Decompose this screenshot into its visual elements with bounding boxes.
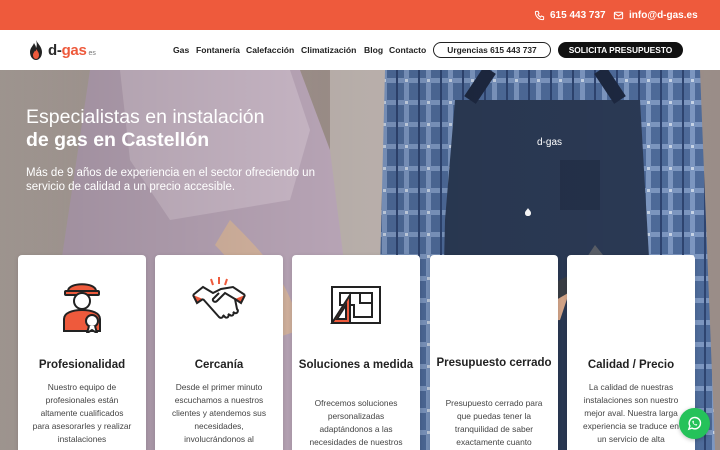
hero-subtitle: Más de 9 años de experiencia en el secto… <box>26 167 315 193</box>
nav-item-gas[interactable]: Gas <box>173 45 189 55</box>
hero-title-line1: Especialistas en instalación <box>26 106 265 128</box>
nav-item-contacto[interactable]: Contacto <box>389 45 426 55</box>
card-text: Ofrecemos soluciones personalizadas adap… <box>309 398 403 447</box>
phone-number[interactable]: 615 443 737 <box>550 10 606 21</box>
site-logo[interactable]: d-gas es <box>28 38 96 62</box>
card-title: Calidad / Precio <box>587 359 675 371</box>
hero-title-line2: de gas en Castellón <box>26 129 210 151</box>
logo-wordmark: d-gas <box>48 41 87 59</box>
whatsapp-chat-button[interactable] <box>679 408 710 439</box>
feature-card-cercania: Cercanía Desde el primer minuto escucham… <box>155 255 283 450</box>
mail-icon <box>613 11 624 19</box>
nav-item-climatizacion[interactable]: Climatización <box>301 45 356 55</box>
blueprint-icon <box>330 286 381 324</box>
nav-item-blog[interactable]: Blog <box>364 45 383 55</box>
card-text: Desde el primer minuto escuchamos a nues… <box>171 382 267 444</box>
card-text: La calidad de nuestras instalaciones son… <box>583 382 679 444</box>
handshake-icon <box>192 277 246 319</box>
logo-suffix: es <box>88 49 96 57</box>
feature-card-presupuesto: Presupuesto cerrado Presupuesto cerrado … <box>430 255 558 450</box>
card-title: Soluciones a medida <box>298 359 414 371</box>
request-quote-button[interactable]: SOLICITA PRESUPUESTO <box>558 42 683 58</box>
email-link[interactable]: info@d-gas.es <box>613 0 698 30</box>
card-title: Profesionalidad <box>38 359 126 371</box>
email-address[interactable]: info@d-gas.es <box>629 10 698 21</box>
worker-award-icon <box>63 283 101 333</box>
nav-item-fontaneria[interactable]: Fontanería <box>196 45 240 55</box>
card-text: Presupuesto cerrado para que puedas tene… <box>445 398 543 447</box>
feature-card-soluciones: Soluciones a medida Ofrecemos soluciones… <box>292 255 420 450</box>
card-text: Nuestro equipo de profesionales están al… <box>32 382 132 444</box>
phone-icon <box>534 10 545 20</box>
whatsapp-icon <box>687 416 702 431</box>
card-title: Cercanía <box>194 359 244 371</box>
card-title: Presupuesto cerrado <box>436 357 552 369</box>
nav-item-calefaccion[interactable]: Calefacción <box>246 45 294 55</box>
phone-link[interactable]: 615 443 737 <box>534 0 606 30</box>
urgent-call-button[interactable]: Urgencias 615 443 737 <box>433 42 551 58</box>
top-contact-bar: 615 443 737 info@d-gas.es <box>0 0 720 30</box>
overalls-brand-text: d-gas <box>537 137 563 148</box>
feature-card-profesionalidad: Profesionalidad Nuestro equipo de profes… <box>18 255 146 450</box>
flame-logo-icon <box>30 40 42 60</box>
feature-card-calidad-precio: Calidad / Precio La calidad de nuestras … <box>567 255 695 450</box>
